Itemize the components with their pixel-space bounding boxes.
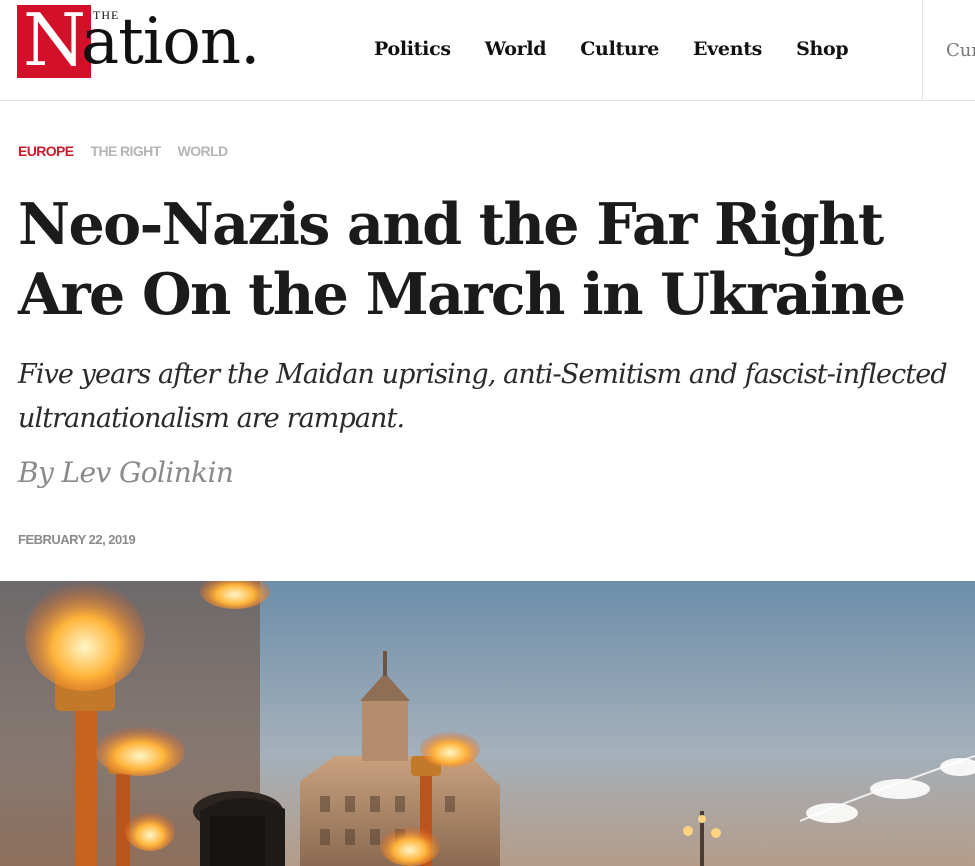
- torch-march-illustration: [0, 581, 975, 866]
- main-nav: Politics World Culture Events Shop: [374, 38, 882, 60]
- nav-item-culture[interactable]: Culture: [580, 38, 659, 60]
- nav-item-world[interactable]: World: [485, 38, 547, 60]
- logo-the: THE: [93, 8, 120, 22]
- page: N ation. THE Politics World Culture Even…: [0, 0, 975, 866]
- article-byline[interactable]: By Lev Golinkin: [18, 456, 234, 489]
- article-dek: Five years after the Maidan uprising, an…: [18, 359, 948, 434]
- nav-item-events[interactable]: Events: [693, 38, 762, 60]
- nav-item-shop[interactable]: Shop: [796, 38, 849, 60]
- nav-divider: [922, 0, 923, 100]
- logo-letter-n: N: [23, 0, 86, 82]
- article-date: FEBRUARY 22, 2019: [18, 532, 136, 547]
- nav-item-politics[interactable]: Politics: [374, 38, 451, 60]
- site-header: N ation. THE Politics World Culture Even…: [0, 0, 975, 101]
- tag-europe[interactable]: EUROPE: [18, 143, 74, 159]
- article-headline: Neo-Nazis and the Far Right Are On the M…: [18, 191, 906, 328]
- nav-item-truncated[interactable]: Cur: [946, 40, 975, 61]
- tag-the-right[interactable]: THE RIGHT: [91, 143, 162, 159]
- tag-world[interactable]: WORLD: [178, 143, 228, 159]
- site-logo[interactable]: N ation. THE: [17, 0, 277, 82]
- article-tags: EUROPE THE RIGHT WORLD: [18, 143, 244, 159]
- hero-image: [0, 581, 975, 866]
- masked-figure: [193, 791, 285, 866]
